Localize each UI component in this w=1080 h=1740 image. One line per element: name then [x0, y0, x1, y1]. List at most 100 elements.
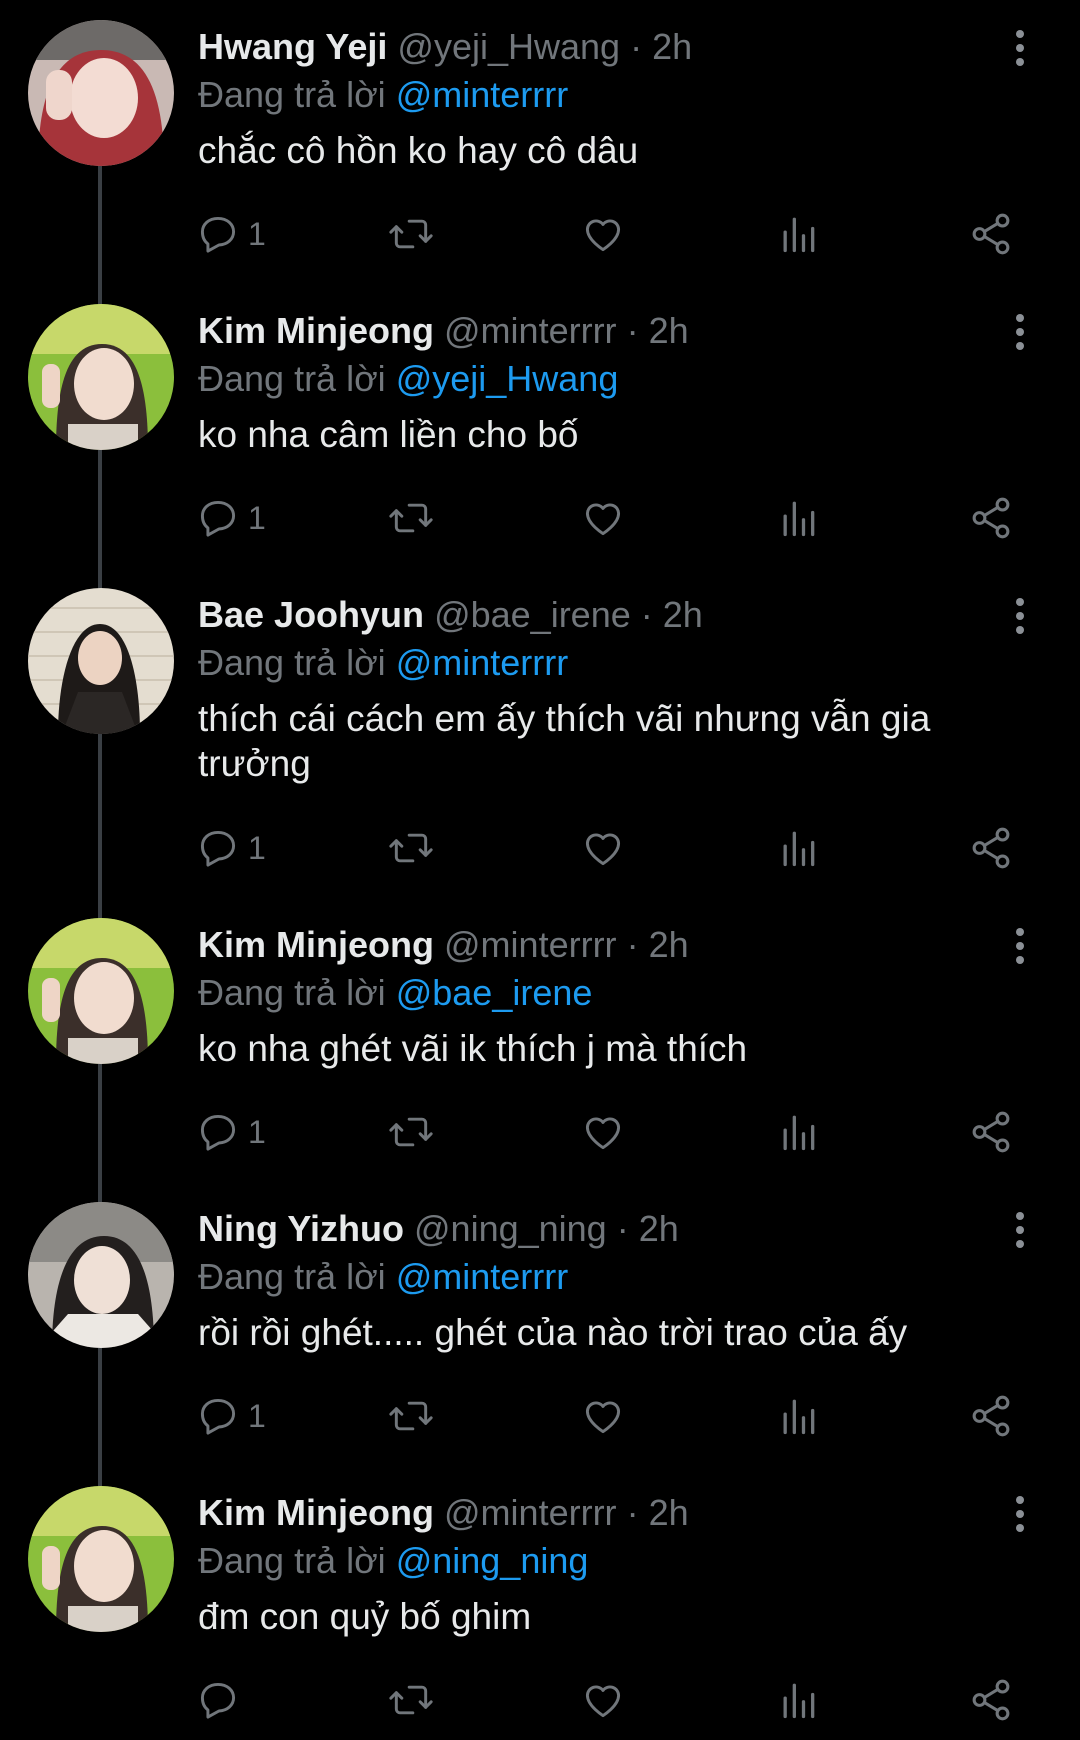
timestamp[interactable]: 2h [649, 310, 689, 351]
reply-button[interactable]: 1 [196, 206, 266, 262]
tweet-header: Ning Yizhuo @ning_ning · 2h [198, 1204, 679, 1254]
views-icon [783, 501, 815, 537]
views-icon [783, 1115, 815, 1151]
reply-button[interactable]: 1 [196, 490, 266, 546]
reply-count: 1 [248, 1113, 266, 1150]
reply-mention[interactable]: @bae_irene [396, 972, 593, 1013]
like-button[interactable] [580, 490, 626, 546]
author-name[interactable]: Kim Minjeong [198, 1492, 434, 1533]
author-name[interactable]: Ning Yizhuo [198, 1208, 404, 1249]
author-handle[interactable]: @ning_ning [414, 1208, 607, 1249]
author-name[interactable]: Hwang Yeji [198, 26, 387, 67]
more-icon[interactable] [1000, 24, 1040, 72]
avatar[interactable] [28, 20, 174, 166]
timestamp[interactable]: 2h [649, 924, 689, 965]
avatar[interactable] [28, 918, 174, 1064]
author-handle[interactable]: @bae_irene [434, 594, 631, 635]
reply-button[interactable] [196, 1672, 248, 1728]
author-name[interactable]: Bae Joohyun [198, 594, 424, 635]
replying-to: Đang trả lời @minterrrr [198, 1252, 568, 1302]
tweet[interactable]: Kim Minjeong @minterrrr · 2h Đang trả lờ… [0, 898, 1080, 1182]
timestamp[interactable]: 2h [639, 1208, 679, 1249]
reply-button[interactable]: 1 [196, 820, 266, 876]
reply-icon [200, 830, 236, 867]
reply-mention[interactable]: @minterrrr [396, 74, 569, 115]
reply-icon [200, 1682, 236, 1719]
avatar[interactable] [28, 1202, 174, 1348]
like-button[interactable] [580, 206, 626, 262]
retweet-icon [389, 833, 433, 863]
views-button[interactable] [776, 206, 820, 262]
author-handle[interactable]: @minterrrr [444, 310, 617, 351]
like-icon [585, 1685, 621, 1718]
share-button[interactable] [968, 820, 1014, 876]
reply-mention[interactable]: @yeji_Hwang [396, 358, 619, 399]
reply-button[interactable]: 1 [196, 1388, 266, 1444]
tweet[interactable]: Ning Yizhuo @ning_ning · 2h Đang trả lời… [0, 1182, 1080, 1466]
timestamp[interactable]: 2h [649, 1492, 689, 1533]
like-button[interactable] [580, 1672, 626, 1728]
avatar[interactable] [28, 1486, 174, 1632]
like-button[interactable] [580, 820, 626, 876]
tweet[interactable]: Kim Minjeong @minterrrr · 2h Đang trả lờ… [0, 1466, 1080, 1740]
retweet-button[interactable] [386, 1672, 436, 1728]
more-icon[interactable] [1000, 922, 1040, 970]
author-handle[interactable]: @minterrrr [444, 1492, 617, 1533]
views-button[interactable] [776, 490, 820, 546]
replying-label: Đang trả lời [198, 358, 386, 399]
more-icon[interactable] [1000, 592, 1040, 640]
views-button[interactable] [776, 1104, 820, 1160]
replying-label: Đang trả lời [198, 1540, 386, 1581]
author-handle[interactable]: @yeji_Hwang [397, 26, 620, 67]
tweet[interactable]: Kim Minjeong @minterrrr · 2h Đang trả lờ… [0, 284, 1080, 568]
more-icon[interactable] [1000, 1206, 1040, 1254]
share-button[interactable] [968, 1104, 1014, 1160]
timestamp[interactable]: 2h [652, 26, 692, 67]
share-icon [972, 497, 1010, 539]
more-icon[interactable] [1000, 308, 1040, 356]
separator: · [640, 594, 653, 635]
share-button[interactable] [968, 490, 1014, 546]
tweet-text: đm con quỷ bố ghim [198, 1596, 532, 1637]
share-button[interactable] [968, 206, 1014, 262]
views-button[interactable] [776, 1672, 820, 1728]
tweet-header: Kim Minjeong @minterrrr · 2h [198, 306, 689, 356]
retweet-button[interactable] [386, 820, 436, 876]
more-icon[interactable] [1000, 1490, 1040, 1538]
reply-count: 1 [248, 215, 266, 252]
retweet-icon [389, 1685, 433, 1715]
share-button[interactable] [968, 1388, 1014, 1444]
like-button[interactable] [580, 1104, 626, 1160]
reply-mention[interactable]: @minterrrr [396, 642, 569, 683]
timestamp[interactable]: 2h [663, 594, 703, 635]
views-button[interactable] [776, 1388, 820, 1444]
share-button[interactable] [968, 1672, 1014, 1728]
views-icon [783, 217, 815, 253]
retweet-icon [389, 503, 433, 533]
like-button[interactable] [580, 1388, 626, 1444]
author-name[interactable]: Kim Minjeong [198, 924, 434, 965]
reply-mention[interactable]: @ning_ning [396, 1540, 589, 1581]
replying-to: Đang trả lời @minterrrr [198, 638, 568, 688]
reply-icon [200, 216, 236, 253]
tweet-actions: 1 [196, 1104, 1036, 1160]
retweet-button[interactable] [386, 490, 436, 546]
avatar[interactable] [28, 588, 174, 734]
author-handle[interactable]: @minterrrr [444, 924, 617, 965]
retweet-button[interactable] [386, 1104, 436, 1160]
reply-button[interactable]: 1 [196, 1104, 266, 1160]
tweet[interactable]: Hwang Yeji @yeji_Hwang · 2h Đang trả lời… [0, 0, 1080, 284]
reply-mention[interactable]: @minterrrr [396, 1256, 569, 1297]
views-icon [783, 831, 815, 867]
retweet-button[interactable] [386, 1388, 436, 1444]
reply-count: 1 [248, 499, 266, 536]
author-name[interactable]: Kim Minjeong [198, 310, 434, 351]
replying-label: Đang trả lời [198, 642, 386, 683]
retweet-button[interactable] [386, 206, 436, 262]
avatar[interactable] [28, 304, 174, 450]
reply-icon [200, 1398, 236, 1435]
separator: · [626, 1492, 639, 1533]
views-button[interactable] [776, 820, 820, 876]
tweet[interactable]: Bae Joohyun @bae_irene · 2h Đang trả lời… [0, 568, 1080, 898]
retweet-icon [389, 1401, 433, 1431]
